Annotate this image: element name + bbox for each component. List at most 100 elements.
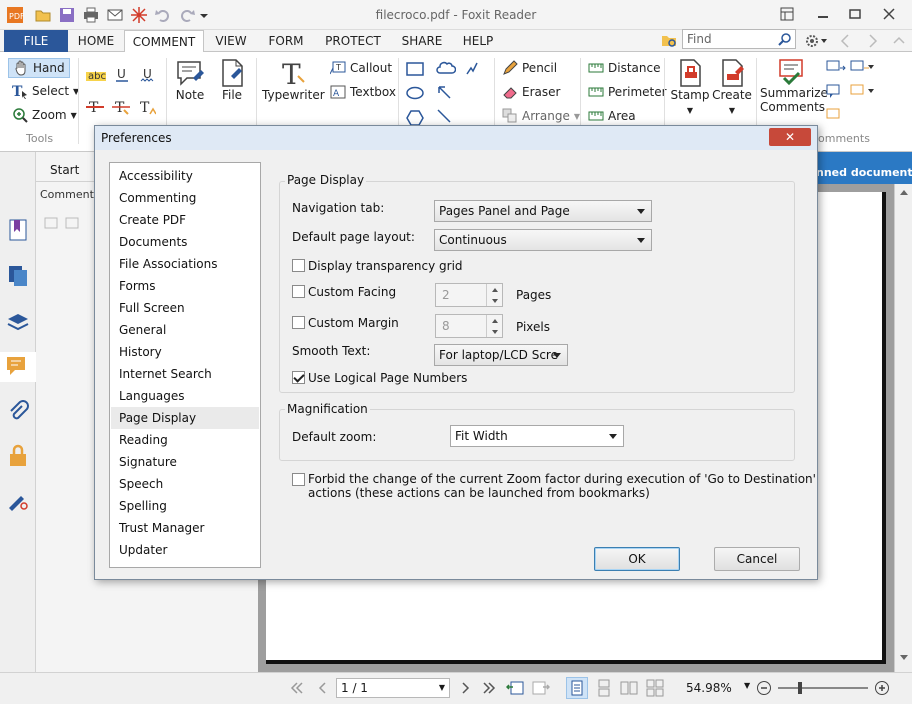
eraser-button[interactable]: Eraser	[502, 84, 560, 100]
next-result-icon[interactable]	[866, 33, 880, 49]
dialog-title-bar[interactable]: Preferences	[95, 126, 817, 150]
bookmark-icon[interactable]	[6, 218, 30, 242]
category-history[interactable]: History	[111, 341, 259, 363]
category-commenting[interactable]: Commenting	[111, 187, 259, 209]
prev-page-icon[interactable]	[316, 681, 330, 695]
arrange-button[interactable]: Arrange ▼	[502, 108, 580, 124]
tab-help[interactable]: HELP	[456, 30, 500, 52]
tab-file[interactable]: FILE	[4, 30, 68, 52]
spin-up-icon[interactable]	[486, 315, 502, 326]
logical-page-numbers-checkbox[interactable]	[292, 371, 305, 384]
replace-text-icon[interactable]: T	[112, 98, 130, 116]
continuous-view-icon[interactable]	[596, 679, 612, 697]
facing-view-icon[interactable]	[620, 679, 638, 697]
cloud-icon[interactable]	[436, 60, 456, 76]
summarize-comments-button[interactable]: Summarize Comments	[760, 58, 828, 114]
show-comments-icon[interactable]	[826, 108, 846, 124]
category-signature[interactable]: Signature	[111, 451, 259, 473]
smooth-text-select[interactable]: For laptop/LCD Scre	[434, 344, 568, 366]
zoom-level[interactable]: 54.98%	[686, 681, 732, 695]
arrow-icon[interactable]	[436, 84, 452, 100]
page-layout-select[interactable]: Continuous	[434, 229, 652, 251]
import-comments-icon[interactable]	[826, 60, 846, 76]
scroll-up-icon[interactable]	[899, 188, 909, 196]
pages-icon[interactable]	[6, 264, 30, 288]
typewriter-button[interactable]: T Typewriter	[262, 58, 325, 102]
tab-protect[interactable]: PROTECT	[318, 30, 388, 52]
textbox-button[interactable]: A Textbox	[330, 84, 396, 100]
line-icon[interactable]	[436, 108, 452, 124]
page-dropdown-icon[interactable]: ▼	[439, 679, 445, 697]
keep-tool-icon[interactable]	[850, 84, 874, 100]
find-options-icon[interactable]	[660, 32, 678, 50]
tab-home[interactable]: HOME	[72, 30, 120, 52]
signature-icon[interactable]	[6, 488, 30, 512]
export-comments-icon[interactable]	[850, 60, 874, 76]
forbid-zoom-change-checkbox[interactable]	[292, 473, 305, 486]
create-button[interactable]: Create ▼	[712, 58, 752, 116]
polygon-freehand-icon[interactable]	[464, 60, 480, 76]
highlight-icon[interactable]: abc	[86, 66, 106, 82]
dialog-close-button[interactable]: ✕	[769, 128, 811, 146]
close-window-button[interactable]	[874, 0, 904, 28]
perimeter-button[interactable]: Perimeter	[588, 84, 667, 100]
maximize-button[interactable]	[840, 0, 870, 28]
navigation-tab-select[interactable]: Pages Panel and Page	[434, 200, 652, 222]
polygon-icon[interactable]	[406, 110, 424, 126]
spin-down-icon[interactable]	[486, 326, 502, 337]
category-page-display[interactable]: Page Display	[111, 407, 259, 429]
find-input[interactable]: Find	[682, 29, 796, 49]
scroll-down-icon[interactable]	[899, 654, 909, 662]
next-view-icon[interactable]	[532, 679, 550, 697]
comments-panel-icon[interactable]	[0, 352, 36, 382]
category-full-screen[interactable]: Full Screen	[111, 297, 259, 319]
note-button[interactable]: Note	[172, 58, 208, 102]
previous-view-icon[interactable]	[506, 679, 524, 697]
pencil-button[interactable]: Pencil	[502, 60, 557, 76]
zoom-dropdown-icon[interactable]: ▼	[744, 681, 750, 690]
category-reading[interactable]: Reading	[111, 429, 259, 451]
oval-icon[interactable]	[406, 86, 424, 100]
spin-up-icon[interactable]	[486, 284, 502, 295]
custom-facing-stepper[interactable]: 2	[435, 283, 503, 307]
ribbon-options-icon[interactable]	[772, 0, 802, 28]
single-page-view-icon[interactable]	[566, 677, 588, 699]
underline-icon[interactable]: U	[114, 66, 130, 82]
custom-margin-checkbox[interactable]	[292, 316, 305, 329]
gear-icon[interactable]	[804, 32, 828, 50]
category-updater[interactable]: Updater	[111, 539, 259, 561]
tab-view[interactable]: VIEW	[208, 30, 254, 52]
tab-form[interactable]: FORM	[262, 30, 310, 52]
tab-share[interactable]: SHARE	[396, 30, 448, 52]
first-page-icon[interactable]	[290, 681, 304, 695]
strikeout-icon[interactable]: T	[86, 98, 104, 116]
stamp-button[interactable]: Stamp ▼	[670, 58, 710, 116]
transparency-grid-checkbox[interactable]	[292, 259, 305, 272]
custom-margin-stepper[interactable]: 8	[435, 314, 503, 338]
zoom-slider-thumb[interactable]	[798, 682, 802, 694]
ok-button[interactable]: OK	[594, 547, 680, 571]
rectangle-icon[interactable]	[406, 62, 424, 76]
default-zoom-select[interactable]: Fit Width	[450, 425, 624, 447]
category-trust-manager[interactable]: Trust Manager	[111, 517, 259, 539]
category-file-associations[interactable]: File Associations	[111, 253, 259, 275]
search-icon[interactable]	[778, 32, 792, 46]
attachment-icon[interactable]	[6, 400, 30, 424]
hand-tool-button[interactable]: Hand	[8, 58, 70, 78]
distance-button[interactable]: Distance	[588, 60, 660, 76]
spin-down-icon[interactable]	[486, 295, 502, 306]
category-spelling[interactable]: Spelling	[111, 495, 259, 517]
custom-facing-checkbox[interactable]	[292, 285, 305, 298]
next-page-icon[interactable]	[458, 681, 472, 695]
category-create-pdf[interactable]: Create PDF	[111, 209, 259, 231]
page-number-input[interactable]: 1 / 1 ▼	[336, 678, 450, 698]
tab-comment[interactable]: COMMENT	[124, 30, 204, 53]
zoom-tool-button[interactable]: Zoom ▼	[12, 107, 77, 123]
tab-start[interactable]: Start	[50, 163, 90, 177]
cancel-button[interactable]: Cancel	[714, 547, 800, 571]
comments-toolbar-icon[interactable]	[44, 216, 84, 232]
zoom-in-icon[interactable]	[874, 680, 890, 696]
select-tool-button[interactable]: T Select ▼	[12, 83, 79, 99]
category-documents[interactable]: Documents	[111, 231, 259, 253]
layers-icon[interactable]	[6, 310, 30, 334]
